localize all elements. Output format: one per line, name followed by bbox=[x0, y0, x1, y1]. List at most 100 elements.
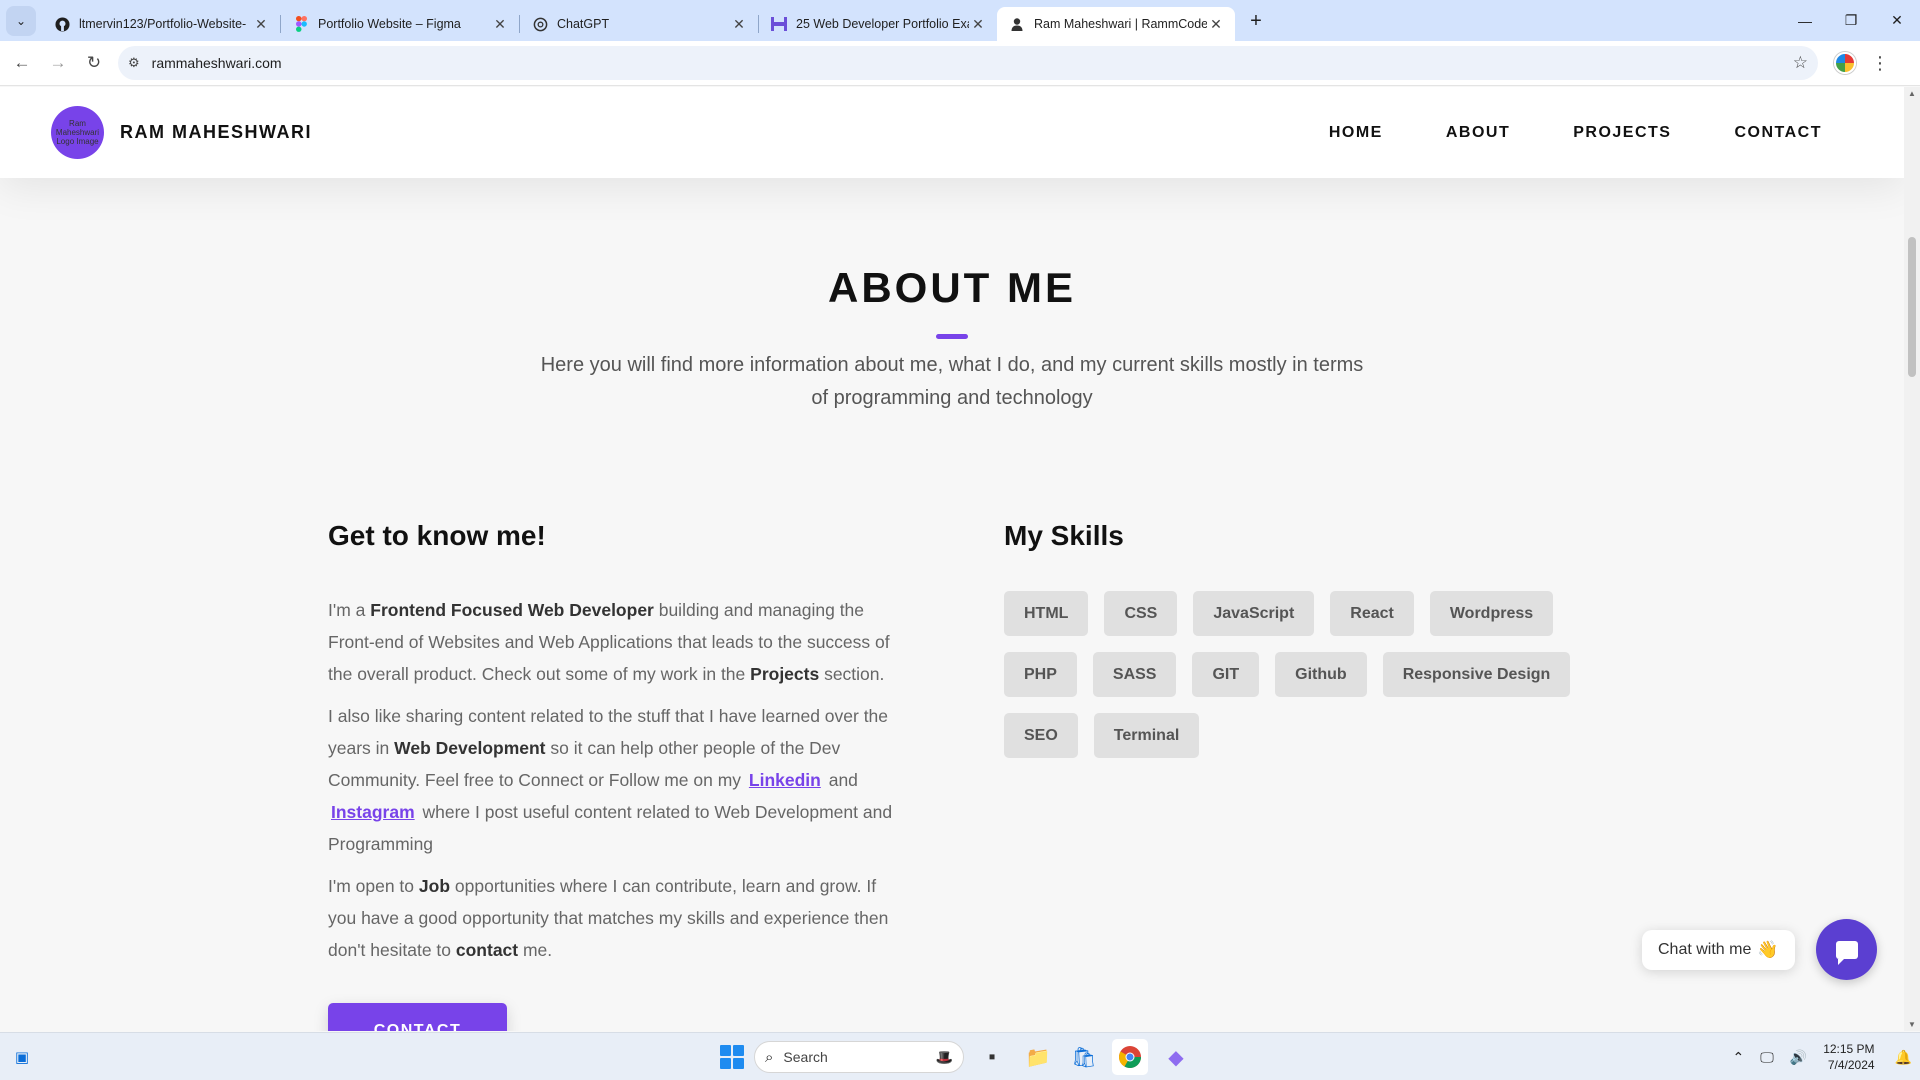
text: I'm open to bbox=[328, 876, 419, 896]
network-icon[interactable]: 🖵 bbox=[1760, 1049, 1774, 1066]
chrome-icon[interactable] bbox=[1112, 1039, 1148, 1075]
page-scrollbar[interactable]: ▲ ▼ bbox=[1904, 87, 1920, 1031]
about-paragraph-3: I'm open to Job opportunities where I ca… bbox=[328, 870, 908, 966]
widgets-icon[interactable]: ▣ bbox=[10, 1045, 34, 1069]
tab-title: 25 Web Developer Portfolio Exa bbox=[796, 17, 969, 31]
skill-tag: GIT bbox=[1192, 652, 1260, 697]
nav-home[interactable]: HOME bbox=[1329, 124, 1383, 142]
close-tab-icon[interactable]: ✕ bbox=[1207, 15, 1225, 33]
close-tab-icon[interactable]: ✕ bbox=[730, 15, 748, 33]
tab-search-dropdown-icon[interactable]: ⌄ bbox=[6, 6, 36, 36]
new-tab-icon[interactable]: + bbox=[1241, 6, 1271, 36]
get-to-know-title: Get to know me! bbox=[328, 520, 546, 551]
url-text[interactable]: rammaheshwari.com bbox=[152, 55, 1793, 71]
about-paragraph-1: I'm a Frontend Focused Web Developer bui… bbox=[328, 594, 908, 690]
back-icon[interactable]: ← bbox=[4, 45, 40, 81]
bold-text: Projects bbox=[750, 664, 820, 684]
chevron-up-icon[interactable]: ⌃ bbox=[1733, 1049, 1745, 1066]
clock-date: 7/4/2024 bbox=[1827, 1058, 1875, 1072]
nav-contact[interactable]: CONTACT bbox=[1734, 124, 1822, 142]
site-info-icon[interactable]: ⚙ bbox=[128, 55, 140, 71]
contact-button[interactable]: CONTACT bbox=[328, 1003, 507, 1031]
browser-tab-active[interactable]: Ram Maheshwari | RammCodes ✕ bbox=[997, 7, 1235, 41]
bold-text: contact bbox=[455, 940, 519, 960]
minimize-icon[interactable]: — bbox=[1782, 0, 1828, 41]
menu-kebab-icon[interactable]: ⋮ bbox=[1864, 53, 1896, 74]
notification-bell-icon[interactable]: 🔔 bbox=[1895, 1049, 1912, 1066]
skill-tag: CSS bbox=[1104, 591, 1178, 636]
skills-list: HTML CSS JavaScript React Wordpress PHP … bbox=[1004, 591, 1604, 758]
profile-avatar[interactable] bbox=[1834, 52, 1856, 74]
chat-label: Chat with me bbox=[1658, 941, 1752, 958]
tab-title: Ram Maheshwari | RammCodes bbox=[1034, 17, 1207, 31]
text: me. bbox=[518, 940, 553, 960]
skill-tag: Responsive Design bbox=[1382, 652, 1571, 697]
browser-tab-strip: ⌄ ltmervin123/Portfolio-Website- ✕ Portf… bbox=[0, 0, 1920, 41]
search-highlight-icon: 🎩 bbox=[935, 1048, 953, 1065]
browser-tab[interactable]: Portfolio Website – Figma ✕ bbox=[281, 7, 519, 41]
task-view-icon[interactable]: ▪ bbox=[974, 1039, 1010, 1075]
nav-projects[interactable]: PROJECTS bbox=[1573, 124, 1671, 142]
system-tray: ⌃ 🖵 🔊 12:15 PM 7/4/2024 🔔 bbox=[1725, 1033, 1920, 1080]
system-clock[interactable]: 12:15 PM 7/4/2024 bbox=[1823, 1041, 1874, 1073]
close-tab-icon[interactable]: ✕ bbox=[969, 15, 987, 33]
skill-tag: SEO bbox=[1004, 713, 1078, 758]
tab-title: ChatGPT bbox=[557, 17, 610, 31]
bookmark-star-icon[interactable]: ☆ bbox=[1793, 53, 1808, 73]
restore-icon[interactable]: ❐ bbox=[1828, 0, 1874, 41]
chat-prompt-bubble[interactable]: Chat with me 👋 bbox=[1642, 930, 1795, 970]
gemini-app-icon[interactable]: ◆ bbox=[1158, 1039, 1194, 1075]
close-tab-icon[interactable]: ✕ bbox=[252, 15, 270, 33]
text: I'm a bbox=[328, 600, 371, 620]
file-explorer-icon[interactable]: 📁 bbox=[1020, 1039, 1056, 1075]
site-nav: HOME ABOUT PROJECTS CONTACT bbox=[1329, 87, 1822, 178]
skill-tag: HTML bbox=[1004, 591, 1089, 636]
volume-icon[interactable]: 🔊 bbox=[1790, 1049, 1807, 1066]
scroll-up-icon[interactable]: ▲ bbox=[1908, 89, 1916, 98]
window-controls: — ❐ ✕ bbox=[1782, 0, 1920, 41]
webflow-icon bbox=[771, 16, 787, 32]
instagram-link[interactable]: Instagram bbox=[328, 802, 418, 822]
github-icon bbox=[54, 16, 70, 32]
skill-tag: SASS bbox=[1092, 652, 1177, 697]
close-window-icon[interactable]: ✕ bbox=[1874, 0, 1920, 41]
tab-title: ltmervin123/Portfolio-Website- bbox=[79, 17, 247, 31]
microsoft-store-icon[interactable]: 🛍 bbox=[1066, 1039, 1102, 1075]
omnibox[interactable]: ⚙ rammaheshwari.com ☆ bbox=[118, 46, 1818, 80]
about-heading: ABOUT ME bbox=[828, 264, 1076, 311]
skill-tag: PHP bbox=[1004, 652, 1077, 697]
search-icon: ⌕ bbox=[765, 1048, 774, 1066]
windows-start-icon[interactable] bbox=[720, 1045, 744, 1069]
page-viewport: Ram Maheshwari Logo Image RAM MAHESHWARI… bbox=[0, 87, 1904, 1031]
figma-icon bbox=[293, 16, 309, 32]
close-tab-icon[interactable]: ✕ bbox=[491, 15, 509, 33]
reload-icon[interactable]: ↻ bbox=[76, 45, 112, 81]
site-header: Ram Maheshwari Logo Image RAM MAHESHWARI… bbox=[0, 87, 1904, 178]
browser-tab[interactable]: 25 Web Developer Portfolio Exa ✕ bbox=[759, 7, 997, 41]
chat-bubble-icon bbox=[1835, 940, 1858, 965]
heading-underline bbox=[936, 334, 968, 339]
windows-taskbar: ▣ ⌕ Search 🎩 ▪ 📁 🛍 ◆ ⌃ 🖵 🔊 12:15 PM 7/4/… bbox=[0, 1032, 1920, 1080]
clock-time: 12:15 PM bbox=[1823, 1042, 1875, 1056]
chatgpt-icon bbox=[532, 16, 548, 32]
bold-text: Job bbox=[418, 876, 451, 896]
about-subtitle: Here you will find more information abou… bbox=[540, 354, 1364, 409]
site-name[interactable]: RAM MAHESHWARI bbox=[120, 122, 312, 143]
linkedin-link[interactable]: Linkedin bbox=[746, 770, 824, 790]
wave-emoji: 👋 bbox=[1757, 940, 1779, 959]
tab-title: Portfolio Website – Figma bbox=[318, 17, 461, 31]
scroll-down-icon[interactable]: ▼ bbox=[1908, 1020, 1916, 1029]
taskbar-apps: ⌕ Search 🎩 ▪ 📁 🛍 ◆ bbox=[720, 1037, 1194, 1077]
chat-launcher-button[interactable] bbox=[1816, 919, 1877, 980]
forward-icon[interactable]: → bbox=[40, 45, 76, 81]
about-paragraph-2: I also like sharing content related to t… bbox=[328, 700, 908, 860]
browser-tab[interactable]: ChatGPT ✕ bbox=[520, 7, 758, 41]
skill-tag: JavaScript bbox=[1193, 591, 1315, 636]
scrollbar-thumb[interactable] bbox=[1908, 237, 1916, 377]
taskbar-search-placeholder: Search bbox=[783, 1049, 828, 1065]
taskbar-search[interactable]: ⌕ Search 🎩 bbox=[754, 1041, 964, 1073]
nav-about[interactable]: ABOUT bbox=[1446, 124, 1510, 142]
browser-tab[interactable]: ltmervin123/Portfolio-Website- ✕ bbox=[42, 7, 280, 41]
user-icon bbox=[1009, 16, 1025, 32]
logo-image[interactable]: Ram Maheshwari Logo Image bbox=[51, 106, 104, 159]
